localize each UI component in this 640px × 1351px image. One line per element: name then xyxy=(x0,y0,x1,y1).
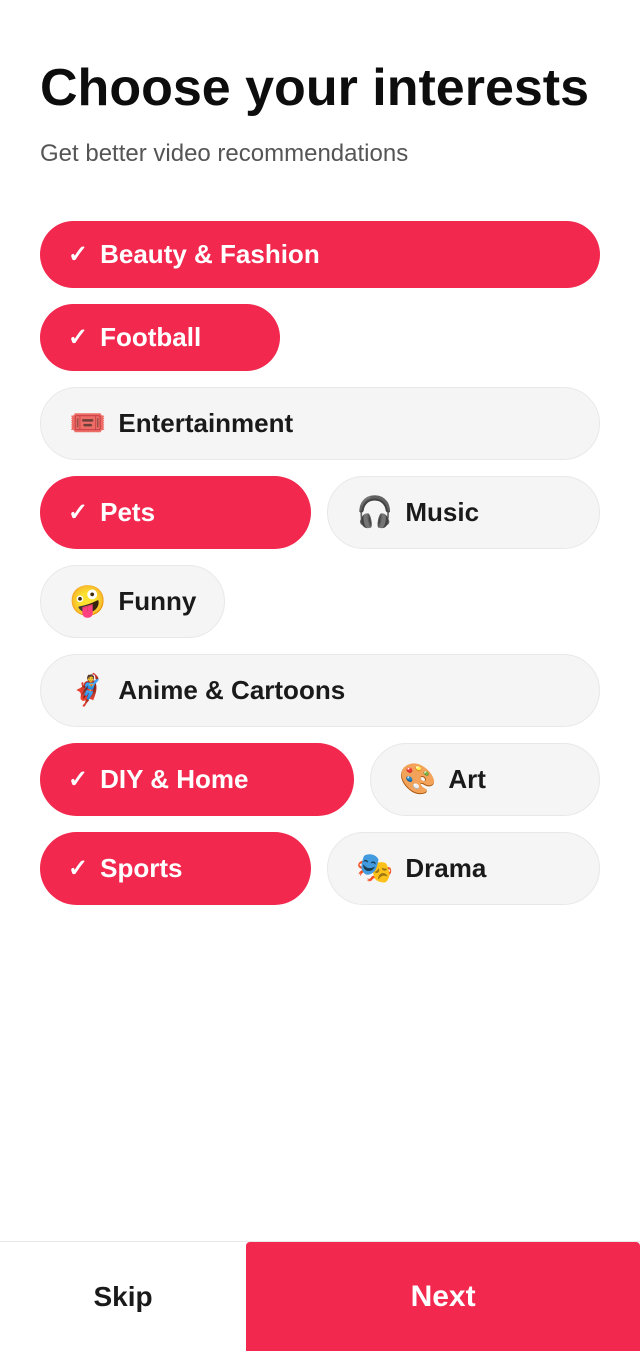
diy-art-row: ✓ DIY & Home 🎨 Art xyxy=(40,743,600,816)
page-subtitle: Get better video recommendations xyxy=(40,137,600,171)
chip-entertainment[interactable]: 🎟️ Entertainment xyxy=(40,387,600,460)
chip-drama[interactable]: 🎭 Drama xyxy=(327,832,600,905)
chip-funny[interactable]: 🤪 Funny xyxy=(40,565,225,638)
chip-football[interactable]: ✓ Football xyxy=(40,304,280,371)
check-icon: ✓ xyxy=(68,498,88,527)
check-icon: ✓ xyxy=(68,854,88,883)
chip-label: Anime & Cartoons xyxy=(118,675,345,706)
chip-pets[interactable]: ✓ Pets xyxy=(40,476,311,549)
chip-label: Beauty & Fashion xyxy=(100,239,320,270)
check-icon: ✓ xyxy=(68,323,88,352)
chip-diy-home[interactable]: ✓ DIY & Home xyxy=(40,743,354,816)
chip-label: Pets xyxy=(100,497,155,528)
skip-button[interactable]: Skip xyxy=(0,1242,246,1351)
next-button[interactable]: Next xyxy=(246,1242,640,1351)
pets-music-row: ✓ Pets 🎧 Music xyxy=(40,476,600,549)
funny-icon: 🤪 xyxy=(69,584,106,619)
bottom-bar: Skip Next xyxy=(0,1241,640,1351)
chip-beauty-fashion[interactable]: ✓ Beauty & Fashion xyxy=(40,221,600,288)
superhero-icon: 🦸 xyxy=(69,673,106,708)
chip-label: Entertainment xyxy=(118,408,293,439)
drama-icon: 🎭 xyxy=(356,851,393,886)
chip-label: Art xyxy=(448,764,486,795)
chip-label: Sports xyxy=(100,853,182,884)
sports-drama-row: ✓ Sports 🎭 Drama xyxy=(40,832,600,905)
chip-music[interactable]: 🎧 Music xyxy=(327,476,600,549)
chips-container: ✓ Beauty & Fashion ✓ Football 🎟️ Enterta… xyxy=(40,221,600,905)
check-icon: ✓ xyxy=(68,240,88,269)
chip-label: DIY & Home xyxy=(100,764,248,795)
chip-label: Football xyxy=(100,322,201,353)
palette-icon: 🎨 xyxy=(399,762,436,797)
chip-anime-cartoons[interactable]: 🦸 Anime & Cartoons xyxy=(40,654,600,727)
page-title: Choose your interests xyxy=(40,60,600,117)
check-icon: ✓ xyxy=(68,765,88,794)
chip-art[interactable]: 🎨 Art xyxy=(370,743,600,816)
chip-label: Music xyxy=(405,497,479,528)
headphones-icon: 🎧 xyxy=(356,495,393,530)
chip-sports[interactable]: ✓ Sports xyxy=(40,832,311,905)
ticket-icon: 🎟️ xyxy=(69,406,106,441)
chip-label: Drama xyxy=(405,853,486,884)
chip-label: Funny xyxy=(118,586,196,617)
page-container: Choose your interests Get better video r… xyxy=(0,0,640,1065)
